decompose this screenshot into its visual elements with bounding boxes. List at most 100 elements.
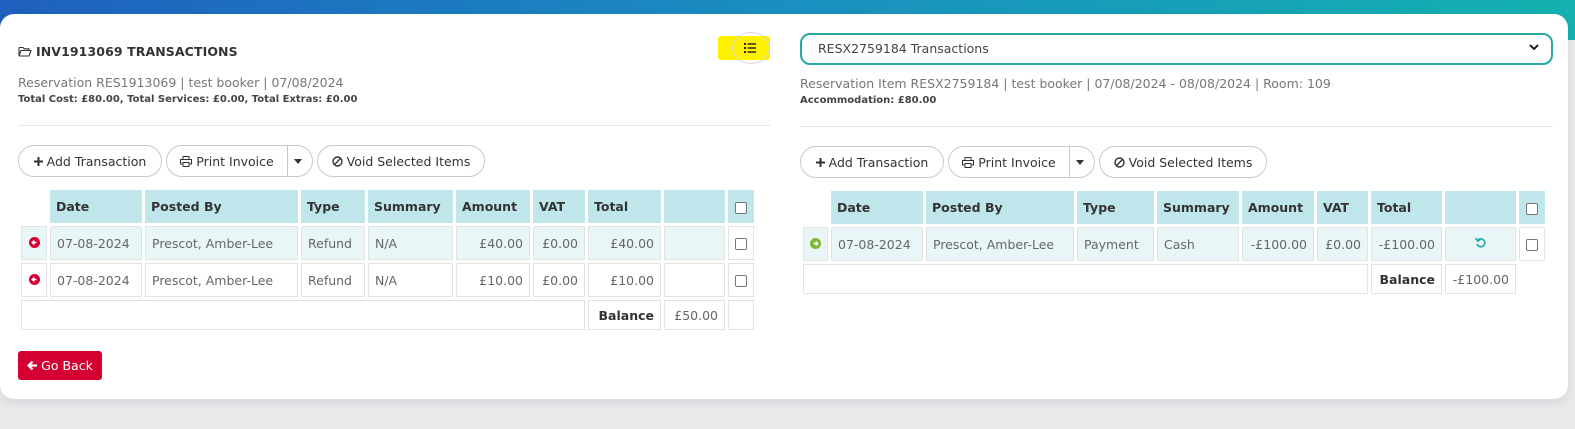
balance-spacer — [803, 264, 1368, 294]
invoice-transactions-table: Date Posted By Type Summary Amount VAT T… — [18, 187, 757, 333]
void-selected-label: Void Selected Items — [1128, 154, 1253, 170]
balance-label: Balance — [1371, 264, 1442, 294]
folder-open-icon — [18, 46, 32, 57]
row-actions — [664, 226, 725, 260]
chevron-down-icon — [1529, 44, 1539, 51]
go-back-button[interactable]: Go Back — [18, 351, 102, 380]
row-select-cell — [728, 226, 754, 260]
row-direction-cell — [21, 226, 47, 260]
accommodation-summary: Accommodation: £80.00 — [800, 95, 937, 106]
select-all-checkbox[interactable] — [735, 201, 747, 214]
row-summary: N/A — [368, 226, 453, 260]
header-posted-by: Posted By — [926, 191, 1074, 224]
row-vat: £0.00 — [533, 226, 585, 260]
balance-row: Balance £50.00 — [21, 300, 754, 330]
void-selected-label: Void Selected Items — [346, 153, 471, 169]
row-total: £10.00 — [588, 263, 661, 297]
balance-end-cell — [728, 300, 754, 330]
header-date: Date — [831, 191, 923, 224]
print-icon — [962, 156, 975, 168]
header-posted-by: Posted By — [145, 190, 298, 223]
print-options-dropdown[interactable] — [287, 145, 313, 177]
select-value: RESX2759184 Transactions — [818, 41, 989, 56]
row-summary: Cash — [1157, 227, 1239, 261]
reservation-item-subtitle: Reservation Item RESX2759184 | test book… — [800, 76, 1331, 91]
balance-label: Balance — [588, 300, 661, 330]
invoice-title: INV1913069 TRANSACTIONS — [36, 43, 238, 59]
select-all-checkbox[interactable] — [1526, 202, 1538, 215]
header-actions — [664, 190, 725, 223]
arrow-circle-left-icon — [28, 236, 40, 248]
header-amount: Amount — [456, 190, 530, 223]
balance-row: Balance -£100.00 — [803, 264, 1545, 294]
header-total: Total — [1371, 191, 1442, 224]
header-type: Type — [1077, 191, 1154, 224]
print-invoice-label: Print Invoice — [978, 154, 1056, 170]
caret-down-icon — [294, 158, 302, 164]
plus-icon — [33, 156, 43, 166]
header-vat: VAT — [533, 190, 585, 223]
print-options-dropdown[interactable] — [1069, 146, 1095, 178]
plus-icon — [815, 157, 825, 167]
row-direction-cell — [803, 227, 828, 261]
row-direction-cell — [21, 263, 47, 297]
row-actions — [1445, 227, 1516, 261]
header-summary: Summary — [368, 190, 453, 223]
reservation-item-select[interactable]: RESX2759184 Transactions — [800, 33, 1553, 65]
header-actions — [1445, 191, 1516, 224]
list-icon — [744, 43, 756, 53]
header-spacer — [21, 190, 47, 223]
add-transaction-label: Add Transaction — [828, 154, 929, 170]
row-select-cell — [728, 263, 754, 297]
table-header-row: Date Posted By Type Summary Amount VAT T… — [803, 191, 1545, 224]
total-cost-summary: Total Cost: £80.00, Total Services: £0.0… — [18, 94, 358, 105]
row-posted-by: Prescot, Amber-Lee — [145, 263, 298, 297]
row-vat: £0.00 — [533, 263, 585, 297]
row-posted-by: Prescot, Amber-Lee — [926, 227, 1074, 261]
row-date: 07-08-2024 — [50, 263, 142, 297]
arrow-circle-left-icon — [28, 273, 40, 285]
print-invoice-button[interactable]: Print Invoice — [166, 145, 288, 177]
caret-down-icon — [1076, 159, 1084, 165]
print-icon — [180, 155, 193, 167]
row-amount: -£100.00 — [1242, 227, 1314, 261]
divider — [800, 126, 1553, 127]
table-row: 07-08-2024 Prescot, Amber-Lee Refund N/A… — [21, 226, 754, 260]
invoice-title-row: INV1913069 TRANSACTIONS — [18, 42, 238, 60]
balance-value: -£100.00 — [1445, 264, 1516, 294]
void-selected-items-button[interactable]: Void Selected Items — [317, 145, 485, 177]
ban-icon — [1113, 156, 1125, 168]
balance-value: £50.00 — [664, 300, 725, 330]
balance-spacer — [21, 300, 585, 330]
row-date: 07-08-2024 — [831, 227, 923, 261]
arrow-left-icon — [27, 360, 38, 371]
add-transaction-button[interactable]: Add Transaction — [800, 146, 944, 178]
reservation-item-transactions-table: Date Posted By Type Summary Amount VAT T… — [800, 188, 1548, 297]
undo-icon[interactable] — [1474, 237, 1487, 249]
row-type: Payment — [1077, 227, 1154, 261]
balance-end-cell — [1519, 264, 1545, 294]
row-type: Refund — [301, 263, 365, 297]
reservation-subtitle: Reservation RES1913069 | test booker | 0… — [18, 75, 344, 90]
header-date: Date — [50, 190, 142, 223]
header-spacer — [803, 191, 828, 224]
row-type: Refund — [301, 226, 365, 260]
print-invoice-label: Print Invoice — [196, 153, 274, 169]
header-amount: Amount — [1242, 191, 1314, 224]
add-transaction-button[interactable]: Add Transaction — [18, 145, 162, 177]
header-type: Type — [301, 190, 365, 223]
add-transaction-label: Add Transaction — [46, 153, 147, 169]
row-total: £40.00 — [588, 226, 661, 260]
arrow-circle-right-icon — [810, 237, 821, 249]
void-selected-items-button[interactable]: Void Selected Items — [1099, 146, 1267, 178]
row-select-cell — [1519, 227, 1545, 261]
row-checkbox[interactable] — [735, 238, 747, 250]
divider — [18, 125, 770, 126]
list-view-button[interactable] — [718, 32, 770, 64]
header-select-all — [728, 190, 754, 223]
row-checkbox[interactable] — [735, 275, 747, 287]
print-invoice-button[interactable]: Print Invoice — [948, 146, 1070, 178]
row-checkbox[interactable] — [1526, 239, 1538, 251]
row-total: -£100.00 — [1371, 227, 1442, 261]
transactions-card: INV1913069 TRANSACTIONS Reservation RES1… — [0, 14, 1568, 399]
